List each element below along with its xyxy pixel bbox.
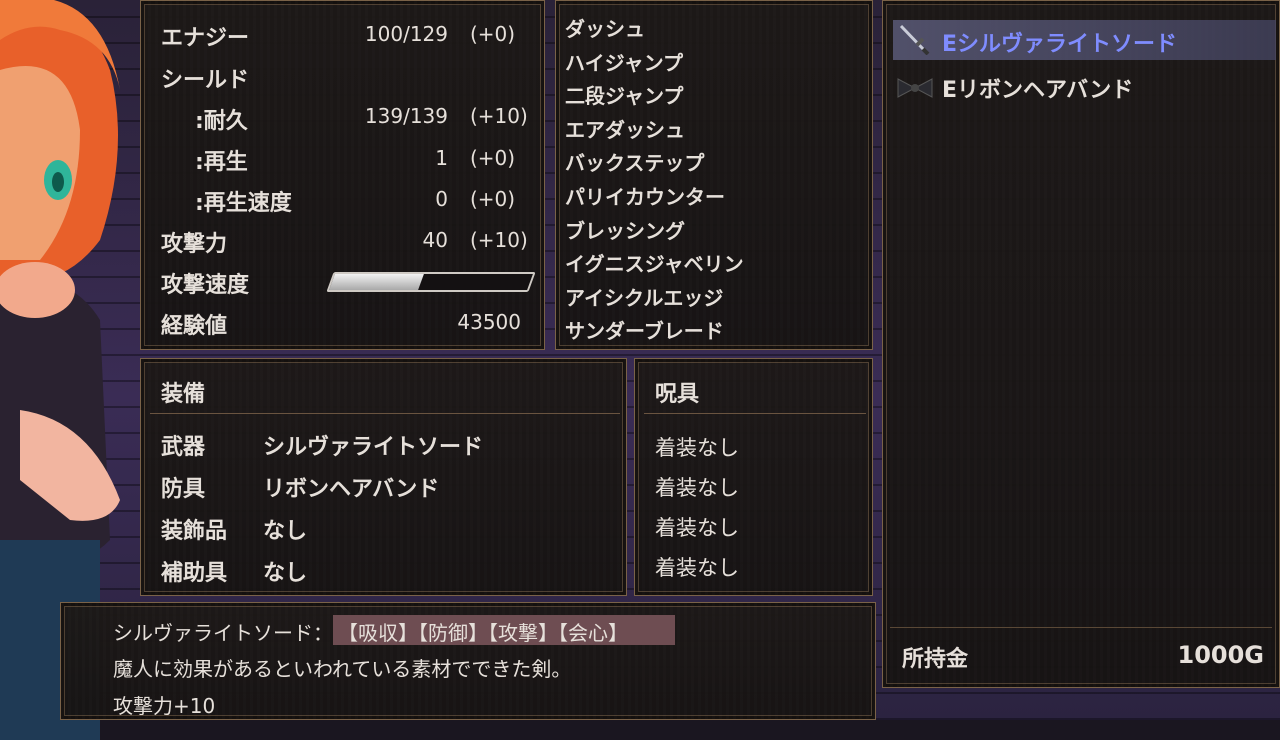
attack-value: 40 bbox=[422, 228, 448, 252]
accessory-label: 装飾品 bbox=[161, 519, 228, 544]
item-name: シルヴァライトソード： bbox=[113, 621, 333, 645]
money-value: 1000G bbox=[1177, 641, 1265, 669]
regen-speed-bonus: (+0) bbox=[470, 187, 516, 211]
regen-value: 1 bbox=[435, 146, 448, 170]
energy-value: 100/129 bbox=[364, 22, 448, 46]
aux-value[interactable]: なし bbox=[263, 555, 307, 587]
item-tags: 【吸収】【防御】【攻撃】【会心】 bbox=[338, 621, 628, 645]
weapon-label: 武器 bbox=[161, 435, 206, 460]
curse-divider bbox=[644, 413, 866, 414]
skill-item[interactable]: イグニスジャベリン bbox=[565, 248, 744, 277]
aux-label: 補助具 bbox=[161, 561, 228, 586]
item-description: 魔人に効果があるといわれている素材でできた剣。 bbox=[113, 657, 572, 681]
attack-label: 攻撃力 bbox=[161, 232, 228, 257]
exp-value: 43500 bbox=[457, 310, 521, 334]
accessory-value[interactable]: なし bbox=[263, 513, 307, 545]
item-effect: 攻撃力+10 bbox=[113, 694, 216, 718]
durability-value: 139/139 bbox=[364, 104, 448, 128]
attack-speed-bar bbox=[326, 272, 536, 292]
skill-item[interactable]: パリイカウンター bbox=[565, 181, 725, 210]
equipment-title: 装備 bbox=[161, 382, 206, 407]
armor-value[interactable]: リボンヘアバンド bbox=[263, 471, 439, 503]
ribbon-icon bbox=[897, 78, 933, 98]
attack-speed-label: 攻撃速度 bbox=[161, 273, 250, 298]
equipment-divider bbox=[150, 413, 620, 414]
curse-slot[interactable]: 着装なし bbox=[655, 432, 739, 462]
attack-speed-fill bbox=[329, 274, 425, 290]
skill-item[interactable]: ハイジャンプ bbox=[565, 47, 683, 76]
regen-speed-value: 0 bbox=[435, 187, 448, 211]
regen-speed-label: :再生速度 bbox=[195, 191, 292, 216]
curse-slot[interactable]: 着装なし bbox=[655, 512, 739, 542]
regen-bonus: (+0) bbox=[470, 146, 516, 170]
skill-item[interactable]: ダッシュ bbox=[565, 13, 645, 42]
money-divider bbox=[890, 627, 1272, 628]
skill-item[interactable]: 二段ジャンプ bbox=[565, 80, 683, 109]
skill-item[interactable]: サンダーブレード bbox=[565, 315, 724, 344]
skill-item[interactable]: ブレッシング bbox=[565, 215, 685, 244]
shield-label: シールド bbox=[161, 68, 250, 93]
inventory-item-sword[interactable]: Eシルヴァライトソード bbox=[942, 26, 1177, 58]
curse-slot[interactable]: 着装なし bbox=[655, 472, 739, 502]
skill-item[interactable]: エアダッシュ bbox=[565, 114, 685, 143]
energy-label: エナジー bbox=[161, 26, 250, 51]
inventory-item-ribbon[interactable]: Eリボンヘアバンド bbox=[942, 72, 1133, 104]
money-label: 所持金 bbox=[902, 647, 969, 672]
exp-label: 経験値 bbox=[161, 314, 228, 339]
weapon-value[interactable]: シルヴァライトソード bbox=[263, 429, 483, 461]
attack-bonus: (+10) bbox=[470, 228, 528, 252]
curse-title: 呪具 bbox=[655, 382, 700, 407]
skill-item[interactable]: バックステップ bbox=[565, 147, 704, 176]
armor-label: 防具 bbox=[161, 477, 206, 502]
curse-slot[interactable]: 着装なし bbox=[655, 552, 739, 582]
durability-label: :耐久 bbox=[195, 109, 248, 134]
regen-label: :再生 bbox=[195, 150, 248, 175]
durability-bonus: (+10) bbox=[470, 104, 528, 128]
skill-item[interactable]: アイシクルエッジ bbox=[565, 282, 723, 311]
energy-bonus: (+0) bbox=[470, 22, 516, 46]
sword-icon bbox=[899, 24, 930, 55]
